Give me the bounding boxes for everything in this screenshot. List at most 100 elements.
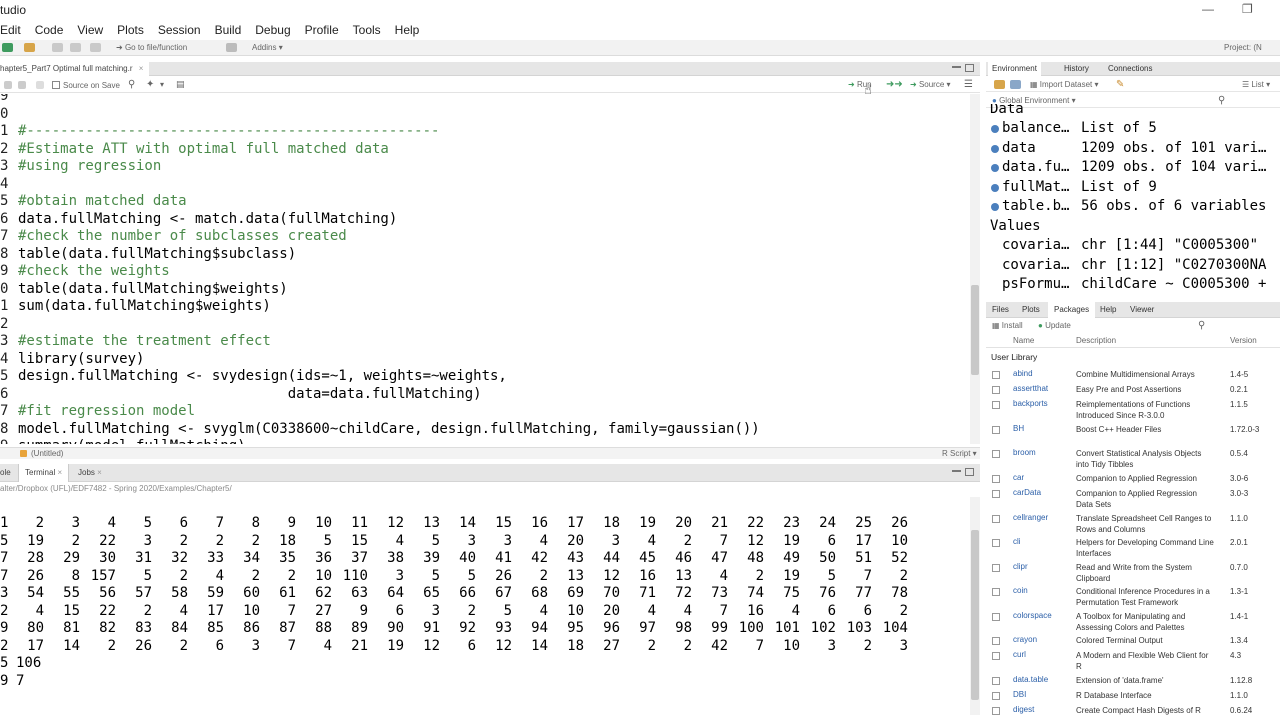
addins-menu[interactable]: Addins ▾ bbox=[252, 43, 283, 52]
save-all-icon[interactable] bbox=[70, 43, 81, 52]
restore-icon[interactable]: ❐ bbox=[1242, 2, 1253, 16]
scope-label[interactable]: (Untitled) bbox=[31, 449, 63, 458]
package-name-link[interactable]: digest bbox=[1013, 705, 1034, 714]
forward-icon[interactable] bbox=[18, 81, 26, 89]
package-checkbox[interactable] bbox=[992, 514, 1000, 523]
package-name-link[interactable]: DBI bbox=[1013, 690, 1026, 699]
console-maximize-icon[interactable] bbox=[965, 468, 974, 476]
menu-view[interactable]: View bbox=[77, 20, 103, 40]
package-name-link[interactable]: broom bbox=[1013, 448, 1036, 457]
menu-profile[interactable]: Profile bbox=[305, 20, 339, 40]
project-menu[interactable]: Project: (N bbox=[1224, 43, 1262, 52]
close-tab-icon[interactable]: × bbox=[139, 64, 144, 73]
print-icon[interactable] bbox=[90, 43, 101, 52]
menu-tools[interactable]: Tools bbox=[353, 20, 381, 40]
package-checkbox[interactable] bbox=[992, 490, 1000, 499]
menu-help[interactable]: Help bbox=[395, 20, 420, 40]
source-button[interactable]: ➜ Source ▾ bbox=[910, 80, 951, 89]
goto-file-input[interactable]: ➜ Go to file/function bbox=[116, 43, 187, 52]
tab-history[interactable]: History bbox=[1064, 62, 1089, 76]
package-name-link[interactable]: crayon bbox=[1013, 635, 1037, 644]
package-checkbox[interactable] bbox=[992, 692, 1000, 700]
import-dataset-button[interactable]: ▦ Import Dataset ▾ bbox=[1030, 80, 1099, 89]
save-workspace-icon[interactable] bbox=[1010, 80, 1021, 89]
install-button[interactable]: ▦ Install bbox=[992, 321, 1023, 330]
search-icon[interactable]: ⚲ bbox=[128, 79, 135, 90]
outline-icon[interactable]: ☰ bbox=[964, 79, 973, 90]
menu-build[interactable]: Build bbox=[215, 20, 242, 40]
env-row[interactable]: covaria… chr [1:44] "C0005300" bbox=[986, 236, 1280, 256]
package-checkbox[interactable] bbox=[992, 563, 1000, 572]
packages-search-icon[interactable]: ⚲ bbox=[1198, 320, 1205, 331]
package-name-link[interactable]: backports bbox=[1013, 399, 1048, 408]
list-view-menu[interactable]: ☰ List ▾ bbox=[1242, 80, 1270, 89]
expand-icon[interactable] bbox=[991, 144, 999, 153]
env-row[interactable]: covaria… chr [1:12] "C0270300NA bbox=[986, 256, 1280, 276]
rerun-icon[interactable]: ➜➜ bbox=[886, 79, 903, 90]
console-minimize-icon[interactable] bbox=[952, 470, 961, 473]
package-name-link[interactable]: assertthat bbox=[1013, 384, 1048, 393]
package-name-link[interactable]: cli bbox=[1013, 537, 1021, 546]
new-file-icon[interactable] bbox=[2, 43, 13, 52]
tab-terminal[interactable]: Terminal × bbox=[18, 464, 70, 482]
package-checkbox[interactable] bbox=[992, 652, 1000, 661]
tab-help[interactable]: Help bbox=[1100, 302, 1116, 318]
col-version-header[interactable]: Version bbox=[1230, 336, 1257, 345]
tab-console[interactable]: ole bbox=[0, 464, 11, 482]
open-file-icon[interactable] bbox=[24, 43, 35, 52]
save-icon[interactable] bbox=[52, 43, 63, 52]
tab-packages[interactable]: Packages bbox=[1048, 302, 1096, 318]
package-checkbox[interactable] bbox=[992, 386, 1000, 395]
package-name-link[interactable]: carData bbox=[1013, 488, 1041, 497]
package-name-link[interactable]: car bbox=[1013, 473, 1024, 482]
package-name-link[interactable]: curl bbox=[1013, 650, 1026, 659]
tab-environment[interactable]: Environment bbox=[988, 62, 1041, 76]
menu-plots[interactable]: Plots bbox=[117, 20, 144, 40]
package-name-link[interactable]: data.table bbox=[1013, 675, 1048, 684]
package-checkbox[interactable] bbox=[992, 539, 1000, 548]
package-checkbox[interactable] bbox=[992, 612, 1000, 621]
package-checkbox[interactable] bbox=[992, 474, 1000, 483]
menu-edit[interactable]: Edit bbox=[0, 20, 21, 40]
package-name-link[interactable]: coin bbox=[1013, 586, 1028, 595]
env-row[interactable]: fullMat… List of 9 bbox=[986, 178, 1280, 198]
update-button[interactable]: ● Update bbox=[1038, 321, 1071, 330]
package-checkbox[interactable] bbox=[992, 401, 1000, 410]
minimize-pane-icon[interactable] bbox=[952, 66, 961, 69]
notebook-icon[interactable]: ▤ bbox=[176, 79, 185, 90]
menu-session[interactable]: Session bbox=[158, 20, 201, 40]
tab-files[interactable]: Files bbox=[992, 302, 1009, 318]
package-name-link[interactable]: BH bbox=[1013, 424, 1024, 433]
back-icon[interactable] bbox=[4, 81, 12, 89]
package-name-link[interactable]: colorspace bbox=[1013, 611, 1052, 620]
tab-viewer[interactable]: Viewer bbox=[1130, 302, 1154, 318]
package-checkbox[interactable] bbox=[992, 588, 1000, 597]
package-name-link[interactable]: clipr bbox=[1013, 562, 1028, 571]
env-row[interactable]: table.b… 56 obs. of 6 variables bbox=[986, 197, 1280, 217]
env-row[interactable]: psFormu… childCare ~ C0005300 + bbox=[986, 275, 1280, 295]
source-on-save-checkbox[interactable] bbox=[52, 81, 60, 89]
expand-icon[interactable] bbox=[991, 125, 999, 133]
env-row[interactable]: data.fu… 1209 obs. of 104 vari… bbox=[986, 158, 1280, 178]
menu-code[interactable]: Code bbox=[35, 20, 64, 40]
editor-scroll-thumb[interactable] bbox=[971, 285, 979, 375]
package-checkbox[interactable] bbox=[992, 371, 1000, 379]
console-output[interactable]: 1 2 3 4 5 6 7 8 9 10 11 12 13 14 15 16 17 18 19 20 21 22 23 24 2… bbox=[0, 497, 968, 715]
package-name-link[interactable]: cellranger bbox=[1013, 513, 1048, 522]
load-workspace-icon[interactable] bbox=[994, 80, 1005, 89]
minimize-icon[interactable]: — bbox=[1202, 2, 1214, 16]
env-row[interactable]: balance… List of 5 bbox=[986, 119, 1280, 139]
col-name-header[interactable]: Name bbox=[1013, 336, 1034, 345]
col-description-header[interactable]: Description bbox=[1076, 336, 1116, 345]
file-type-label[interactable]: R Script ▾ bbox=[942, 449, 977, 458]
package-checkbox[interactable] bbox=[992, 707, 1000, 716]
broom-icon[interactable]: ✎ bbox=[1116, 79, 1124, 90]
package-checkbox[interactable] bbox=[992, 637, 1000, 646]
maximize-pane-icon[interactable] bbox=[965, 64, 974, 72]
expand-icon[interactable] bbox=[991, 203, 999, 212]
tab-jobs[interactable]: Jobs × bbox=[72, 464, 108, 482]
expand-icon[interactable] bbox=[991, 164, 999, 173]
editor-scrollbar[interactable] bbox=[970, 94, 980, 444]
env-row[interactable]: data 1209 obs. of 101 vari… bbox=[986, 139, 1280, 159]
code-editor[interactable]: 9 0 1 #------------------------------------… bbox=[0, 94, 968, 444]
